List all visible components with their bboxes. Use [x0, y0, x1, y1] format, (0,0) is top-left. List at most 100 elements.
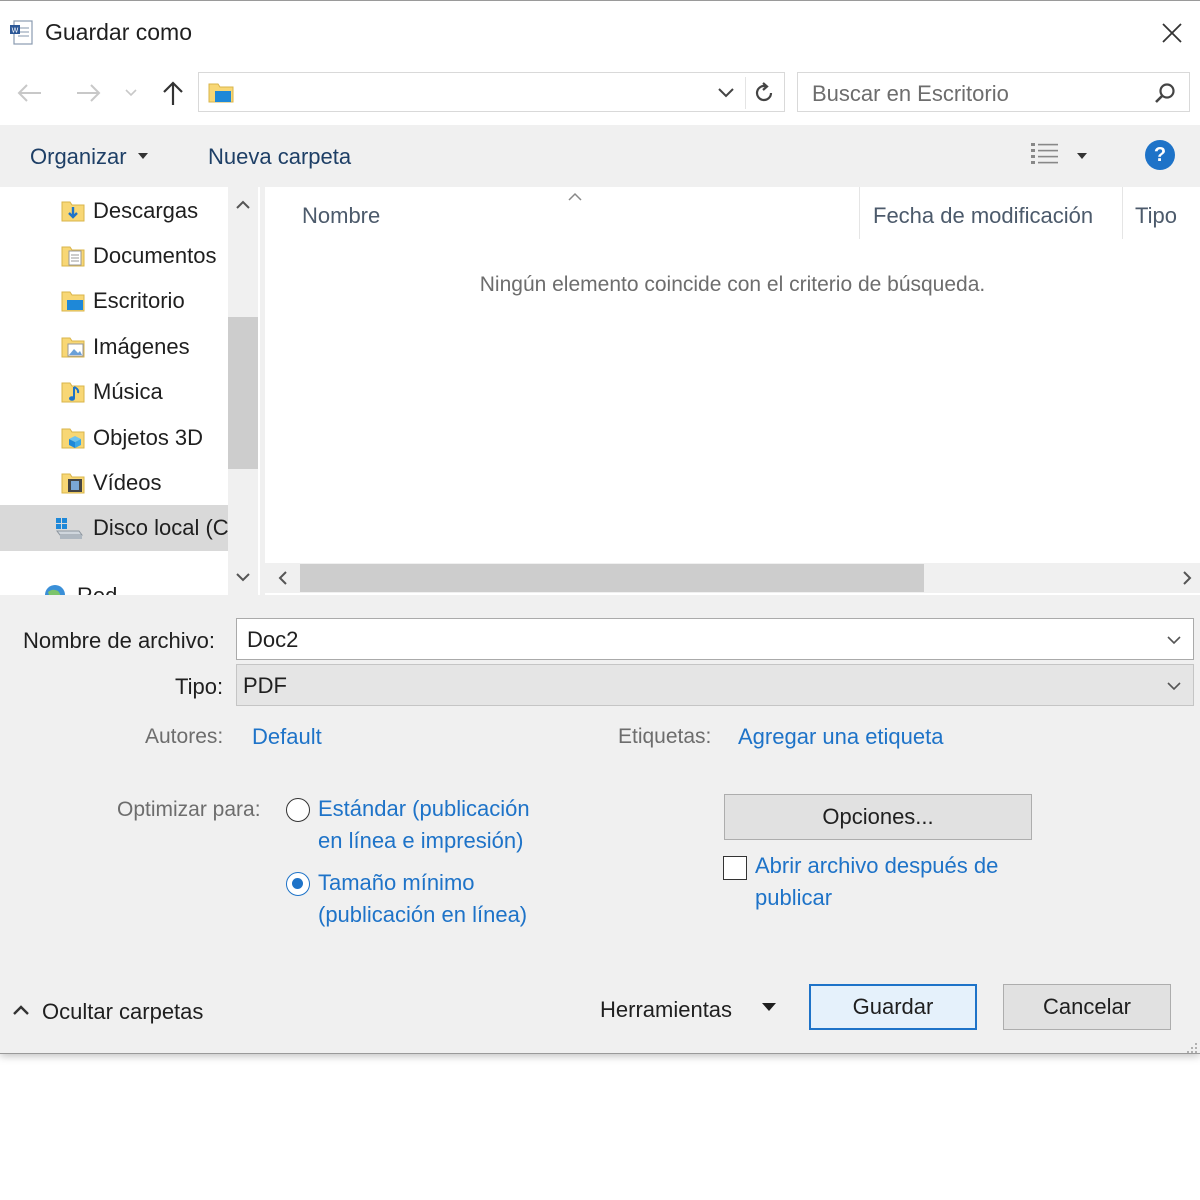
- scroll-left-icon[interactable]: [273, 568, 293, 588]
- tools-menu-button[interactable]: Herramientas: [600, 997, 732, 1023]
- sidebar-item-label: Disco local (C: [93, 515, 229, 540]
- option-line: Tamaño mínimo: [318, 870, 475, 895]
- desktop-folder-icon: [207, 79, 235, 110]
- sidebar-item-label: Música: [93, 379, 163, 404]
- filename-label: Nombre de archivo:: [23, 628, 215, 653]
- radio-standard[interactable]: [286, 798, 310, 822]
- scrollbar-thumb[interactable]: [300, 564, 924, 592]
- details-view-icon[interactable]: [1030, 140, 1060, 173]
- arrow-up-icon: [163, 81, 183, 105]
- option-line: (publicación en línea): [318, 902, 528, 927]
- chevron-down-icon: [125, 89, 137, 97]
- resize-grip-icon[interactable]: [1186, 1041, 1198, 1059]
- hide-folders-label: Ocultar carpetas: [42, 999, 204, 1024]
- sidebar-item-label: Descargas: [93, 198, 199, 223]
- forward-button[interactable]: [70, 75, 106, 111]
- dialog-title: Guardar como: [45, 19, 193, 45]
- word-document-icon: W: [9, 19, 37, 47]
- column-header-type[interactable]: Tipo: [1135, 203, 1177, 229]
- chevron-down-icon: [718, 88, 734, 98]
- file-type-select[interactable]: PDF: [236, 664, 1194, 706]
- file-type-label: Tipo:: [175, 674, 224, 699]
- option-line: Estándar (publicación: [318, 796, 530, 821]
- chevron-down-icon[interactable]: [1163, 675, 1185, 697]
- navigation-bar: Buscar en Escritorio: [0, 65, 1200, 125]
- scroll-down-icon[interactable]: [233, 567, 253, 587]
- help-button[interactable]: ?: [1145, 140, 1175, 170]
- column-header-name[interactable]: Nombre: [302, 203, 380, 229]
- sidebar-item-videos[interactable]: Vídeos: [0, 460, 228, 506]
- documents-folder-icon: [60, 243, 86, 269]
- organize-menu-button[interactable]: Organizar: [30, 144, 127, 170]
- search-input[interactable]: Buscar en Escritorio: [812, 81, 1009, 107]
- horizontal-scrollbar[interactable]: [265, 563, 1200, 593]
- scroll-right-icon[interactable]: [1177, 568, 1197, 588]
- option-line: publicar: [755, 885, 833, 910]
- cancel-button[interactable]: Cancelar: [1003, 984, 1171, 1030]
- search-box[interactable]: Buscar en Escritorio: [797, 72, 1190, 112]
- search-icon[interactable]: [1150, 79, 1180, 107]
- 3d-objects-folder-icon: [60, 425, 86, 451]
- sidebar-item-descargas[interactable]: Descargas: [0, 188, 228, 234]
- add-tag-link[interactable]: Agregar una etiqueta: [738, 724, 944, 750]
- filename-input[interactable]: Doc2: [247, 627, 298, 653]
- file-type-value: PDF: [243, 673, 287, 698]
- arrow-left-icon: [17, 84, 41, 102]
- refresh-button[interactable]: [745, 77, 781, 109]
- authors-value-link[interactable]: Default: [252, 724, 322, 750]
- caret-down-icon[interactable]: [762, 1003, 776, 1011]
- local-disk-icon: [54, 515, 83, 541]
- column-divider[interactable]: [1122, 187, 1123, 239]
- close-icon: [1162, 23, 1182, 43]
- file-list: Nombre Fecha de modificación Tipo Ningún…: [265, 187, 1200, 595]
- up-button[interactable]: [155, 75, 191, 111]
- save-button[interactable]: Guardar: [809, 984, 977, 1030]
- options-button[interactable]: Opciones...: [724, 794, 1032, 840]
- filename-field[interactable]: Doc2: [236, 618, 1194, 660]
- address-dropdown-button[interactable]: [711, 79, 741, 107]
- column-header-date[interactable]: Fecha de modificación: [873, 203, 1093, 229]
- sidebar-item-musica[interactable]: Música: [0, 369, 228, 415]
- sidebar-item-escritorio[interactable]: Escritorio: [0, 278, 228, 324]
- sidebar-item-red[interactable]: Red: [0, 573, 228, 595]
- recent-locations-button[interactable]: [116, 75, 146, 111]
- optimize-label: Optimizar para:: [117, 798, 261, 821]
- command-toolbar: Organizar Nueva carpeta ?: [0, 125, 1200, 187]
- desktop-folder-icon: [60, 288, 86, 314]
- music-folder-icon: [60, 379, 86, 405]
- tags-label: Etiquetas:: [618, 725, 712, 748]
- sidebar-item-disco-local[interactable]: Disco local (C: [0, 505, 229, 551]
- sidebar-item-label: Escritorio: [93, 288, 185, 313]
- radio-standard-label[interactable]: Estándar (publicación en línea e impresi…: [318, 793, 530, 857]
- save-as-dialog: W Guardar como Buscar en Escritorio Orga…: [0, 0, 1200, 1054]
- open-after-publish-checkbox[interactable]: [723, 856, 747, 880]
- pictures-folder-icon: [60, 334, 86, 360]
- refresh-icon: [755, 82, 772, 102]
- svg-text:W: W: [12, 27, 19, 35]
- new-folder-button[interactable]: Nueva carpeta: [208, 144, 351, 170]
- back-button[interactable]: [12, 75, 48, 111]
- navigation-pane: Descargas Documentos Escritorio Imágenes…: [0, 187, 260, 595]
- sidebar-item-label: Imágenes: [93, 334, 190, 359]
- sort-ascending-icon: [567, 189, 583, 207]
- chevron-down-icon[interactable]: [1163, 629, 1185, 651]
- navigation-scrollbar[interactable]: [228, 187, 258, 595]
- scrollbar-thumb[interactable]: [228, 317, 258, 469]
- close-button[interactable]: [1152, 13, 1192, 53]
- column-divider[interactable]: [859, 187, 860, 239]
- view-options-caret-icon[interactable]: [1077, 153, 1087, 159]
- sidebar-item-label: Red: [77, 583, 117, 595]
- radio-minimum-size[interactable]: [286, 872, 310, 896]
- radio-minimum-size-label[interactable]: Tamaño mínimo (publicación en línea): [318, 867, 527, 931]
- open-after-publish-label[interactable]: Abrir archivo después de publicar: [755, 850, 998, 914]
- empty-results-message: Ningún elemento coincide con el criterio…: [479, 273, 986, 296]
- option-line: Abrir archivo después de: [755, 853, 999, 878]
- arrow-right-icon: [77, 84, 101, 102]
- sidebar-item-documentos[interactable]: Documentos: [0, 233, 228, 279]
- scroll-up-icon[interactable]: [233, 195, 253, 215]
- videos-folder-icon: [60, 470, 86, 496]
- sidebar-item-imagenes[interactable]: Imágenes: [0, 324, 228, 370]
- address-bar[interactable]: [198, 72, 785, 112]
- sidebar-item-objetos-3d[interactable]: Objetos 3D: [0, 415, 228, 461]
- option-line: en línea e impresión): [318, 828, 524, 853]
